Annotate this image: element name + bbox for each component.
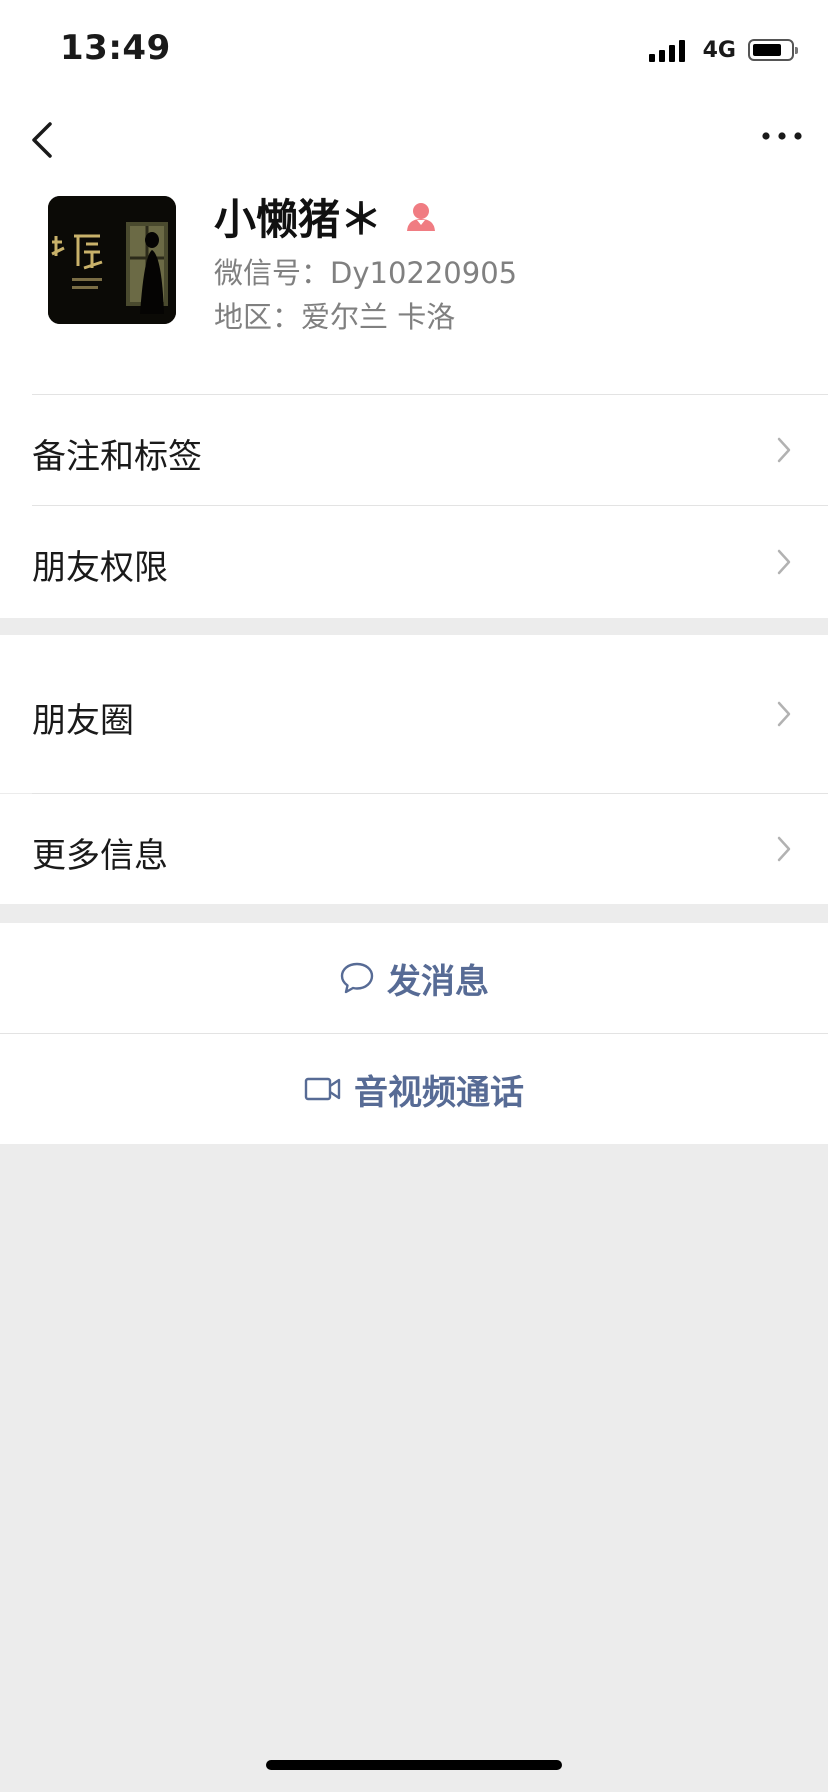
name-row: 小懒猪＊ [214, 186, 438, 247]
contact-name: 小懒猪＊ [214, 195, 383, 244]
row-label: 备注和标签 [32, 437, 202, 477]
chat-bubble-icon [339, 961, 375, 995]
back-button[interactable] [24, 116, 64, 164]
more-info-row[interactable]: 更多信息 [0, 794, 828, 904]
chevron-left-icon [32, 122, 52, 158]
moments-row[interactable]: 朋友圈 [0, 635, 828, 793]
wechat-id: 微信号：Dy10220905 [214, 256, 518, 290]
avatar-image [48, 196, 176, 324]
female-icon [407, 202, 436, 231]
chevron-right-icon [777, 549, 791, 575]
network-type: 4G [702, 37, 736, 63]
home-indicator[interactable] [266, 1760, 562, 1770]
remarks-tags-row[interactable]: 备注和标签 [0, 395, 828, 505]
status-bar: 13:49 4G [0, 0, 828, 96]
video-call-button[interactable]: 音视频通话 [0, 1034, 828, 1144]
row-label: 朋友圈 [32, 701, 134, 741]
battery-icon [748, 39, 798, 61]
contact-profile-page: 13:49 4G 小懒猪＊ 微信号：Dy10220905 地区：爱尔兰 卡洛 备… [0, 0, 828, 1792]
video-camera-icon [304, 1076, 342, 1102]
row-label: 朋友权限 [32, 548, 168, 588]
send-message-button[interactable]: 发消息 [0, 923, 828, 1033]
more-icon [762, 132, 802, 140]
status-time: 13:49 [60, 28, 171, 68]
friend-permissions-row[interactable]: 朋友权限 [0, 506, 828, 617]
chevron-right-icon [777, 437, 791, 463]
nav-bar [0, 96, 828, 186]
row-label: 更多信息 [32, 836, 168, 876]
signal-icon [648, 38, 685, 62]
chevron-right-icon [777, 836, 791, 862]
status-indicators: 4G [648, 36, 798, 64]
video-call-label: 音视频通话 [354, 1072, 524, 1113]
region: 地区：爱尔兰 卡洛 [214, 300, 456, 334]
profile-header: 小懒猪＊ 微信号：Dy10220905 地区：爱尔兰 卡洛 [0, 186, 828, 346]
avatar[interactable] [48, 196, 176, 324]
send-message-label: 发消息 [387, 961, 489, 1002]
chevron-right-icon [777, 701, 791, 727]
more-button[interactable] [758, 114, 806, 158]
